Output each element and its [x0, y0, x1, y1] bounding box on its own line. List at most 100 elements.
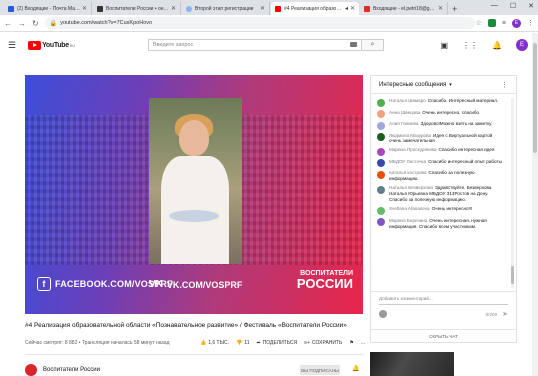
subscribe-button[interactable]: ВЫ ПОДПИСАНЫ: [300, 365, 340, 375]
char-counter: 0/200: [485, 311, 498, 317]
save-label: СОХРАНИТЬ: [311, 340, 343, 346]
video-meta-row: Сейчас смотрят: 8 882 • Трансляция начал…: [25, 340, 365, 346]
keyboard-icon[interactable]: [350, 42, 357, 47]
recommended-video-thumbnail[interactable]: [370, 352, 454, 376]
user-avatar-icon[interactable]: [377, 170, 385, 179]
message-text: Спасибо. Интересный материал.: [427, 98, 499, 103]
lock-icon: 🔒: [49, 20, 58, 27]
chat-message: Алия Ганиева Здорово!Можно взять на замет…: [377, 121, 503, 130]
share-label: ПОДЕЛИТЬСЯ: [262, 340, 298, 346]
message-author: Марина Березина: [389, 217, 428, 223]
user-avatar-icon[interactable]: [377, 98, 385, 107]
brand-line-2: РОССИИ: [296, 276, 353, 291]
chat-message: Марина Проскурякова Спасибо интересная ид…: [377, 147, 503, 156]
more-options-icon[interactable]: ⋮: [501, 81, 508, 89]
flag-icon[interactable]: ⚑: [349, 340, 353, 346]
like-button[interactable]: 👍 1,6 ТЫС.: [200, 340, 229, 346]
minimize-icon[interactable]: —: [491, 2, 498, 10]
close-icon[interactable]: ✕: [438, 5, 443, 12]
menu-icon[interactable]: ⋮: [527, 19, 534, 27]
back-icon[interactable]: ←: [4, 19, 12, 28]
chat-input[interactable]: Добавить комментарий...: [379, 296, 508, 301]
message-author: Анна Швецова: [389, 109, 421, 115]
share-button[interactable]: ➦ ПОДЕЛИТЬСЯ: [256, 340, 297, 346]
create-video-icon[interactable]: ▣: [440, 41, 448, 50]
browser-tab[interactable]: Входящие - el.petri18@gmail.co ✕: [360, 2, 448, 15]
channel-bell-icon[interactable]: 🔔: [352, 365, 359, 372]
playlist-add-icon: ≡+: [304, 340, 310, 346]
star-icon[interactable]: ☆: [476, 19, 482, 27]
save-button[interactable]: ≡+ СОХРАНИТЬ: [304, 340, 342, 346]
youtube-logo[interactable]: YouTube RU: [28, 41, 75, 50]
logo-region: RU: [69, 43, 75, 48]
extension-icon[interactable]: [487, 19, 496, 27]
chat-message: Наталья Безверхова Здравствуйте. Безверхо…: [377, 185, 503, 203]
chat-message: Наталья Шамаро Спасибо. Интересный матери…: [377, 98, 503, 107]
chat-message: Анна Швецова Очень интересно, спасибо: [377, 109, 503, 118]
emoji-icon[interactable]: [379, 310, 387, 318]
message-text: Очень интересно!!!: [431, 206, 473, 212]
close-icon[interactable]: ✕: [260, 5, 265, 12]
close-window-icon[interactable]: ✕: [528, 2, 534, 10]
user-avatar-icon[interactable]: [377, 185, 385, 194]
youtube-play-icon: [28, 41, 42, 50]
channel-row: Воспитатели России: [25, 364, 100, 376]
browser-tab[interactable]: Воспитатели России • онлайн ф ✕: [93, 2, 181, 15]
chat-scrollbar[interactable]: [511, 98, 514, 288]
facebook-icon: f: [37, 277, 51, 291]
search-icon: ⌕: [370, 41, 375, 48]
notifications-bell-icon[interactable]: 🔔: [492, 41, 502, 50]
user-avatar-icon[interactable]: [377, 147, 385, 156]
browser-toolbar: ☆ ≡ E ⋮: [476, 18, 534, 28]
chevron-down-icon[interactable]: ▾: [449, 82, 452, 88]
video-player[interactable]: f FACEBOOK.COM/VOSPRF VK VK.COM/VOSPRF В…: [25, 75, 363, 314]
account-avatar[interactable]: E: [516, 39, 528, 51]
message-author: Наталья Шамаро: [389, 98, 426, 103]
forward-icon[interactable]: →: [18, 19, 26, 28]
hamburger-menu-icon[interactable]: ☰: [8, 40, 16, 51]
user-avatar-icon[interactable]: [377, 133, 385, 141]
chat-message: Svetlana Afanaseva Очень интересно!!!: [377, 206, 503, 215]
profile-avatar[interactable]: E: [512, 18, 521, 28]
user-avatar-icon[interactable]: [377, 159, 385, 168]
search-input[interactable]: Введите запрос: [148, 39, 362, 51]
chat-mode-dropdown[interactable]: Интересные сообщения: [379, 82, 446, 88]
close-icon[interactable]: ✕: [82, 5, 87, 12]
message-author: Наталья Безверхова: [389, 185, 433, 191]
tab-label: #4 Реализация образовате: [284, 5, 343, 12]
search-button[interactable]: ⌕: [362, 39, 384, 51]
speaker-video-inset: [149, 98, 242, 264]
vk-icon: VK: [149, 279, 163, 290]
browser-tab-active[interactable]: #4 Реализация образовате ◂ ✕: [271, 2, 359, 15]
page-scrollbar[interactable]: [532, 33, 538, 376]
message-author: МБДОУ Ласточка: [389, 158, 427, 164]
tab-label: Входящие - el.petri18@gmail.co: [373, 5, 436, 12]
channel-avatar[interactable]: [25, 364, 37, 376]
chat-scroll-thumb[interactable]: [511, 266, 514, 284]
reload-icon[interactable]: ↻: [32, 19, 39, 28]
player-banner: f FACEBOOK.COM/VOSPRF VK VK.COM/VOSPRF В…: [25, 264, 363, 314]
message-text: Очень интересно, спасибо: [422, 109, 480, 115]
send-icon[interactable]: ➤: [502, 310, 508, 318]
user-avatar-icon[interactable]: [377, 110, 385, 118]
user-avatar-icon[interactable]: [377, 206, 385, 215]
hide-chat-button[interactable]: СКРЫТЬ ЧАТ: [371, 329, 516, 343]
browser-tab[interactable]: (2) Входящие - Почта Mail.ru ✕: [4, 2, 92, 15]
more-actions-button[interactable]: ...: [361, 340, 365, 346]
live-chat-panel: Интересные сообщения ▾ ⋮ Наталья Шамаро С…: [370, 75, 517, 343]
maximize-icon[interactable]: ☐: [510, 2, 516, 10]
browser-tab[interactable]: Второй этап регистрации ✕: [182, 2, 270, 15]
user-avatar-icon[interactable]: [377, 121, 385, 130]
new-tab-button[interactable]: +: [452, 4, 457, 14]
apps-grid-icon[interactable]: ⋮⋮: [462, 41, 478, 50]
channel-name[interactable]: Воспитатели России: [43, 367, 100, 373]
extensions-icon[interactable]: ≡: [502, 20, 506, 27]
dislike-button[interactable]: 👎 11: [236, 340, 249, 346]
speaker-icon: ◂: [344, 6, 348, 12]
thumbs-down-icon: 👎: [236, 340, 243, 346]
message-body: Людмила Мазурова Идея с Виртуальной карто…: [389, 133, 503, 145]
url-input[interactable]: 🔒 youtube.com/watch?v=7CusKpoHovo: [44, 17, 475, 29]
user-avatar-icon[interactable]: [377, 218, 385, 227]
close-icon[interactable]: ✕: [171, 5, 176, 12]
close-icon[interactable]: ✕: [350, 5, 355, 12]
